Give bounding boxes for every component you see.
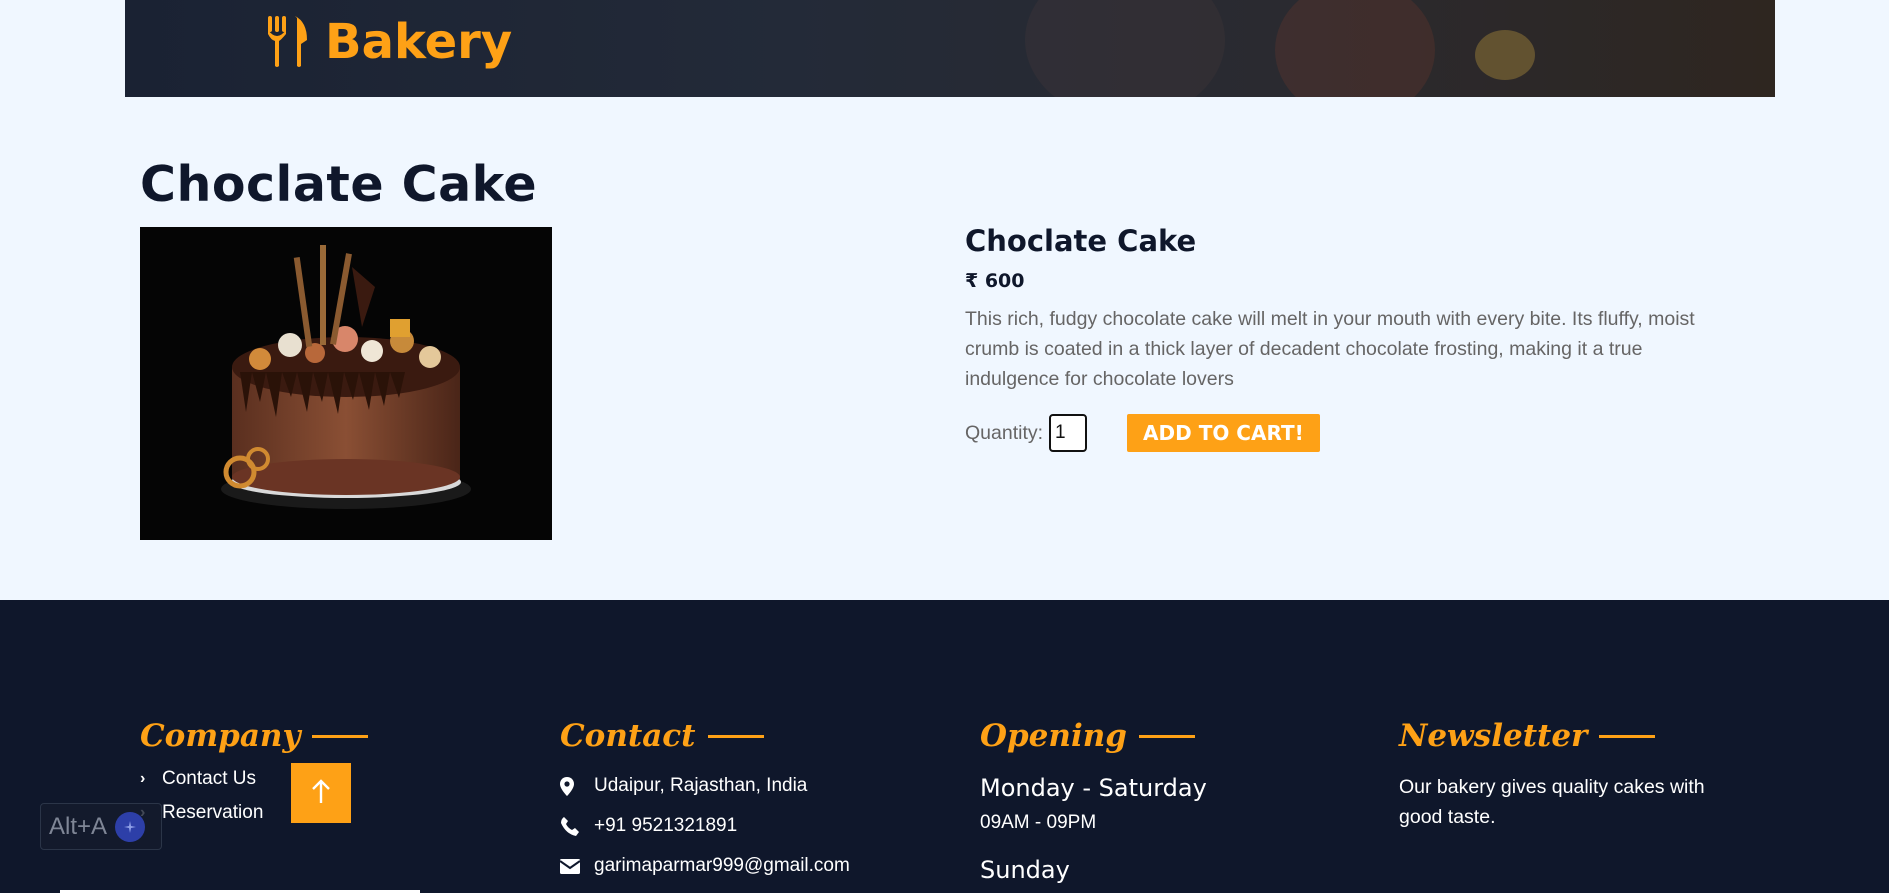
product-price: ₹ 600 xyxy=(965,270,1025,292)
footer-opening: Opening Monday - Saturday 09AM - 09PM Su… xyxy=(980,718,1207,884)
footer-company-title: Company xyxy=(140,718,369,754)
product-info: Choclate Cake ₹ 600 This rich, fudgy cho… xyxy=(965,224,1725,452)
opening-weekend: Sunday xyxy=(980,856,1070,884)
shortcut-label: Alt+A xyxy=(49,812,108,840)
envelope-icon xyxy=(560,858,594,874)
map-marker-icon xyxy=(560,776,594,796)
back-to-top-button[interactable] xyxy=(291,763,351,823)
product-image xyxy=(140,227,552,540)
footer-newsletter-title: Newsletter xyxy=(1399,718,1739,754)
brand-name: Bakery xyxy=(325,14,513,70)
quantity-label: Quantity: xyxy=(965,421,1044,444)
newsletter-text: Our bakery gives quality cakes with good… xyxy=(1399,776,1705,828)
contact-email[interactable]: garimaparmar999@gmail.com xyxy=(560,846,850,886)
add-to-cart-button[interactable]: ADD TO CART! xyxy=(1127,414,1320,452)
product-name: Choclate Cake xyxy=(965,224,1197,258)
footer: Company › Contact Us › Reservation Conta… xyxy=(0,600,1889,893)
hero-bg-shape xyxy=(1275,0,1435,97)
hero-bg-shape xyxy=(1475,30,1535,80)
hero-bg-shape xyxy=(1025,0,1225,97)
chevron-right-icon: › xyxy=(140,770,146,787)
footer-contact-title: Contact xyxy=(560,718,850,754)
assistant-icon xyxy=(115,811,146,842)
phone-icon xyxy=(560,816,594,836)
quantity-row: Quantity: ADD TO CART! xyxy=(965,414,1725,452)
opening-weekday-hours: 09AM - 09PM xyxy=(980,812,1097,833)
contact-phone[interactable]: +91 9521321891 xyxy=(560,806,850,846)
utensils-icon xyxy=(265,16,309,68)
footer-newsletter: Newsletter Our bakery gives quality cake… xyxy=(1399,718,1739,832)
hero-banner: Bakery xyxy=(125,0,1775,97)
footer-opening-title: Opening xyxy=(980,718,1207,754)
arrow-up-icon xyxy=(311,778,331,808)
brand-logo[interactable]: Bakery xyxy=(265,14,512,70)
page-title: Choclate Cake xyxy=(140,156,538,213)
accessibility-shortcut-badge[interactable]: Alt+A xyxy=(40,803,162,850)
quantity-input[interactable] xyxy=(1049,414,1088,452)
footer-contact: Contact Udaipur, Rajasthan, India +91 95… xyxy=(560,718,850,886)
product-description: This rich, fudgy chocolate cake will mel… xyxy=(965,308,1695,390)
opening-weekday: Monday - Saturday xyxy=(980,774,1207,802)
contact-address: Udaipur, Rajasthan, India xyxy=(560,766,850,806)
